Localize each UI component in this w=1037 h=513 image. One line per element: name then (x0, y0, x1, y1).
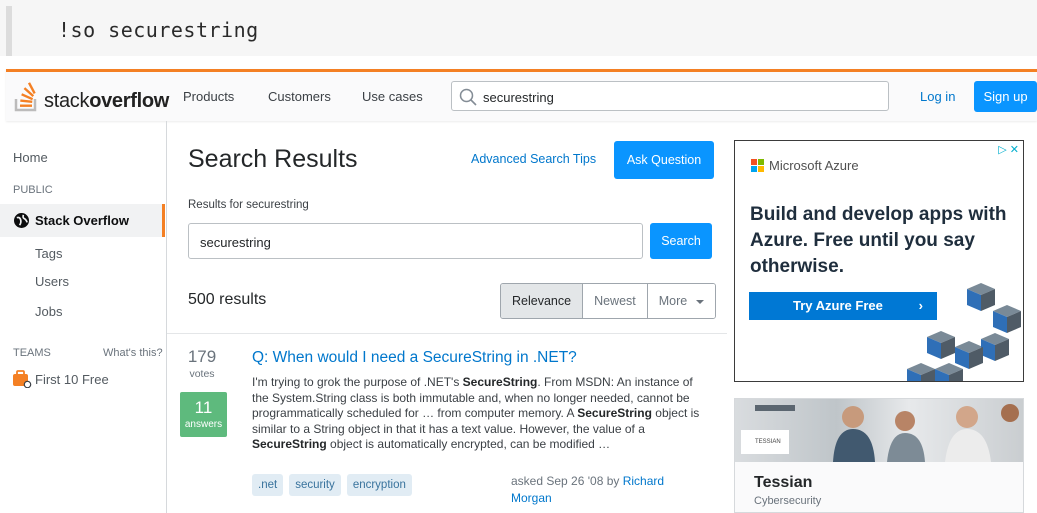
vote-number: 179 (187, 347, 217, 366)
question-title-link[interactable]: Q: When would I need a SecureString in .… (252, 349, 577, 367)
ad-brand: Microsoft Azure (769, 158, 859, 173)
header-search-value: securestring (483, 90, 554, 105)
left-sidebar: Home PUBLIC Stack Overflow Tags Users Jo… (0, 121, 165, 513)
tessian-logo: TESSIAN (741, 430, 789, 454)
stack-logo-icon (14, 82, 37, 112)
sidebar-item-users[interactable]: Users (35, 274, 69, 289)
result-count: 500 results (188, 291, 267, 308)
ad-headline: Build and develop apps with Azure. Free … (750, 204, 1007, 277)
asked-info: asked Sep 26 '08 by Richard Morgan (511, 474, 665, 505)
sort-tabs: Relevance Newest More (500, 283, 717, 319)
ad-company-name: Tessian (754, 474, 813, 491)
main-content: Search Results Advanced Search Tips Ask … (166, 121, 727, 513)
sidebar-item-jobs[interactable]: Jobs (35, 304, 62, 319)
nav-products[interactable]: Products (183, 89, 234, 104)
divider (167, 333, 727, 334)
search-query-input[interactable]: securestring (188, 223, 643, 259)
nav-use-cases[interactable]: Use cases (362, 89, 423, 104)
sort-tab-more-label: More (658, 294, 688, 308)
sidebar-item-home[interactable]: Home (13, 150, 48, 165)
tag-security[interactable]: security (289, 474, 341, 496)
sidebar-item-stack-overflow[interactable]: Stack Overflow (0, 204, 165, 237)
answer-count-badge: 11 answers (180, 392, 227, 437)
tag-list: .net security encryption (252, 474, 412, 496)
first-ten-free-link[interactable]: First 10 Free (35, 372, 109, 387)
sidebar-section-public: PUBLIC (13, 184, 53, 196)
vote-label: votes (189, 368, 215, 380)
whats-this-link[interactable]: What's this? (103, 347, 163, 359)
answer-number: 11 (194, 398, 213, 417)
sort-tab-relevance[interactable]: Relevance (501, 284, 583, 318)
ad-company-category: Cybersecurity (754, 495, 822, 507)
answer-label: answers (184, 419, 223, 430)
teams-briefcase-icon (13, 370, 32, 388)
command-quote-block: !so securestring (0, 0, 1037, 56)
results-for-label: Results for securestring (188, 199, 309, 211)
advanced-search-tips-link[interactable]: Advanced Search Tips (471, 152, 596, 166)
chevron-right-icon: › (918, 298, 923, 313)
question-excerpt: I'm trying to grok the purpose of .NET's… (252, 375, 700, 451)
sidebar-item-label: Stack Overflow (35, 213, 129, 228)
stackoverflow-logo[interactable]: stackoverflow (14, 82, 169, 112)
adchoices-icon[interactable]: ▷ ✕ (998, 143, 1019, 156)
header-search-input[interactable]: securestring (451, 81, 889, 111)
office-photo: TESSIAN (735, 399, 1023, 462)
search-button[interactable]: Search (650, 223, 712, 259)
tag-net[interactable]: .net (252, 474, 284, 496)
sort-tab-newest[interactable]: Newest (582, 284, 647, 318)
search-icon (459, 88, 477, 106)
signup-button[interactable]: Sign up (974, 81, 1037, 112)
topbar: stackoverflow Products Customers Use cas… (6, 69, 1037, 121)
nav-customers[interactable]: Customers (268, 89, 331, 104)
tag-encryption[interactable]: encryption (346, 474, 412, 496)
ask-question-button[interactable]: Ask Question (614, 141, 714, 179)
page-title: Search Results (188, 145, 358, 173)
search-query-value: securestring (200, 235, 271, 250)
try-azure-free-button[interactable]: Try Azure Free › (749, 292, 937, 320)
sidebar-item-tags[interactable]: Tags (35, 246, 62, 261)
globe-icon (14, 213, 29, 228)
cta-label: Try Azure Free (793, 298, 883, 313)
chevron-down-icon (696, 299, 705, 304)
sort-tab-more[interactable]: More (646, 284, 716, 318)
microsoft-logo-icon (751, 159, 765, 173)
azure-ad[interactable]: ▷ ✕ Microsoft Azure Build and develop ap… (734, 140, 1024, 382)
login-link[interactable]: Log in (920, 89, 955, 104)
command-text: !so securestring (58, 18, 259, 42)
vote-count: 179 votes (177, 347, 227, 380)
logo-wordmark: stackoverflow (44, 90, 170, 112)
sidebar-section-teams: TEAMS (13, 347, 51, 359)
quote-bar (6, 6, 12, 56)
tessian-ad[interactable]: TESSIAN Tessian Cybersecurity (734, 398, 1024, 513)
